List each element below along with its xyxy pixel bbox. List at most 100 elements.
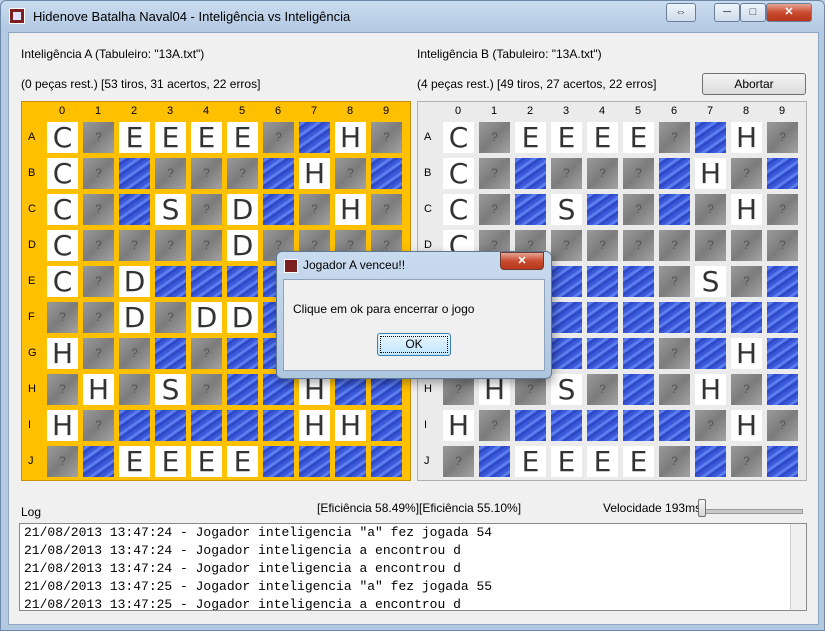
- board-cell-unknown[interactable]: ?: [767, 410, 798, 441]
- board-cell-water[interactable]: [767, 446, 798, 477]
- abort-button[interactable]: Abortar: [702, 73, 806, 95]
- board-cell-ship[interactable]: E: [515, 122, 546, 153]
- board-cell-water[interactable]: [767, 302, 798, 333]
- board-cell-water[interactable]: [155, 410, 186, 441]
- board-cell-unknown[interactable]: ?: [83, 410, 114, 441]
- board-cell-ship[interactable]: D: [227, 302, 258, 333]
- board-cell-ship[interactable]: S: [155, 374, 186, 405]
- board-cell-ship[interactable]: H: [335, 194, 366, 225]
- board-cell-water[interactable]: [119, 158, 150, 189]
- board-cell-unknown[interactable]: ?: [479, 158, 510, 189]
- board-cell-unknown[interactable]: ?: [371, 122, 402, 153]
- board-cell-water[interactable]: [263, 446, 294, 477]
- board-cell-water[interactable]: [83, 446, 114, 477]
- board-cell-water[interactable]: [227, 338, 258, 369]
- board-cell-ship[interactable]: E: [191, 122, 222, 153]
- board-cell-unknown[interactable]: ?: [479, 122, 510, 153]
- board-cell-unknown[interactable]: ?: [731, 446, 762, 477]
- board-cell-water[interactable]: [731, 302, 762, 333]
- board-cell-water[interactable]: [623, 410, 654, 441]
- board-cell-water[interactable]: [659, 158, 690, 189]
- board-cell-unknown[interactable]: ?: [551, 158, 582, 189]
- board-cell-unknown[interactable]: ?: [227, 158, 258, 189]
- board-cell-water[interactable]: [659, 302, 690, 333]
- board-cell-water[interactable]: [263, 194, 294, 225]
- board-cell-unknown[interactable]: ?: [155, 302, 186, 333]
- board-cell-unknown[interactable]: ?: [83, 122, 114, 153]
- board-cell-water[interactable]: [479, 446, 510, 477]
- board-cell-unknown[interactable]: ?: [47, 446, 78, 477]
- board-cell-unknown[interactable]: ?: [767, 194, 798, 225]
- close-button[interactable]: ✕: [766, 3, 812, 22]
- board-cell-ship[interactable]: E: [119, 122, 150, 153]
- board-cell-water[interactable]: [227, 266, 258, 297]
- board-cell-ship[interactable]: E: [191, 446, 222, 477]
- board-cell-unknown[interactable]: ?: [83, 338, 114, 369]
- board-cell-unknown[interactable]: ?: [551, 230, 582, 261]
- board-cell-unknown[interactable]: ?: [695, 194, 726, 225]
- ok-button[interactable]: OK: [377, 333, 451, 356]
- swap-icon[interactable]: ⇔: [666, 3, 696, 22]
- board-cell-ship[interactable]: H: [695, 374, 726, 405]
- board-cell-water[interactable]: [371, 158, 402, 189]
- board-cell-water[interactable]: [623, 374, 654, 405]
- board-cell-unknown[interactable]: ?: [767, 230, 798, 261]
- board-cell-ship[interactable]: H: [695, 158, 726, 189]
- board-cell-water[interactable]: [551, 302, 582, 333]
- board-cell-water[interactable]: [191, 410, 222, 441]
- board-cell-unknown[interactable]: ?: [335, 158, 366, 189]
- board-cell-ship[interactable]: H: [335, 410, 366, 441]
- board-cell-ship[interactable]: E: [587, 446, 618, 477]
- board-cell-ship[interactable]: D: [227, 194, 258, 225]
- board-cell-water[interactable]: [227, 374, 258, 405]
- board-cell-unknown[interactable]: ?: [119, 230, 150, 261]
- board-cell-ship[interactable]: E: [623, 122, 654, 153]
- board-cell-water[interactable]: [155, 338, 186, 369]
- board-cell-unknown[interactable]: ?: [191, 374, 222, 405]
- board-cell-ship[interactable]: C: [443, 158, 474, 189]
- board-cell-unknown[interactable]: ?: [443, 446, 474, 477]
- board-cell-ship[interactable]: D: [119, 266, 150, 297]
- board-cell-ship[interactable]: H: [335, 122, 366, 153]
- board-cell-water[interactable]: [623, 302, 654, 333]
- board-cell-ship[interactable]: E: [119, 446, 150, 477]
- minimize-button[interactable]: ─: [714, 3, 740, 22]
- board-cell-ship[interactable]: E: [155, 446, 186, 477]
- board-cell-ship[interactable]: H: [731, 122, 762, 153]
- board-cell-unknown[interactable]: ?: [767, 122, 798, 153]
- board-cell-unknown[interactable]: ?: [83, 302, 114, 333]
- board-cell-water[interactable]: [299, 122, 330, 153]
- board-cell-water[interactable]: [695, 302, 726, 333]
- board-cell-ship[interactable]: D: [191, 302, 222, 333]
- board-cell-water[interactable]: [551, 410, 582, 441]
- board-cell-water[interactable]: [587, 410, 618, 441]
- board-cell-water[interactable]: [695, 446, 726, 477]
- board-cell-unknown[interactable]: ?: [191, 230, 222, 261]
- board-cell-unknown[interactable]: ?: [659, 338, 690, 369]
- board-cell-unknown[interactable]: ?: [191, 338, 222, 369]
- board-cell-ship[interactable]: H: [47, 338, 78, 369]
- board-cell-water[interactable]: [299, 446, 330, 477]
- log-scrollbar[interactable]: [790, 524, 806, 610]
- board-cell-unknown[interactable]: ?: [191, 158, 222, 189]
- board-cell-unknown[interactable]: ?: [155, 158, 186, 189]
- board-cell-unknown[interactable]: ?: [83, 230, 114, 261]
- board-cell-water[interactable]: [695, 122, 726, 153]
- board-cell-ship[interactable]: E: [227, 446, 258, 477]
- board-cell-unknown[interactable]: ?: [587, 158, 618, 189]
- board-cell-ship[interactable]: C: [443, 194, 474, 225]
- board-cell-unknown[interactable]: ?: [659, 230, 690, 261]
- board-cell-water[interactable]: [767, 374, 798, 405]
- speed-slider-thumb[interactable]: [698, 499, 706, 517]
- board-cell-unknown[interactable]: ?: [47, 374, 78, 405]
- board-cell-water[interactable]: [587, 302, 618, 333]
- board-cell-ship[interactable]: D: [119, 302, 150, 333]
- board-cell-water[interactable]: [659, 194, 690, 225]
- board-cell-ship[interactable]: H: [731, 194, 762, 225]
- speed-slider-track[interactable]: [698, 509, 803, 514]
- board-cell-ship[interactable]: C: [47, 158, 78, 189]
- board-cell-water[interactable]: [587, 194, 618, 225]
- board-cell-water[interactable]: [659, 410, 690, 441]
- board-cell-water[interactable]: [767, 266, 798, 297]
- board-cell-unknown[interactable]: ?: [659, 374, 690, 405]
